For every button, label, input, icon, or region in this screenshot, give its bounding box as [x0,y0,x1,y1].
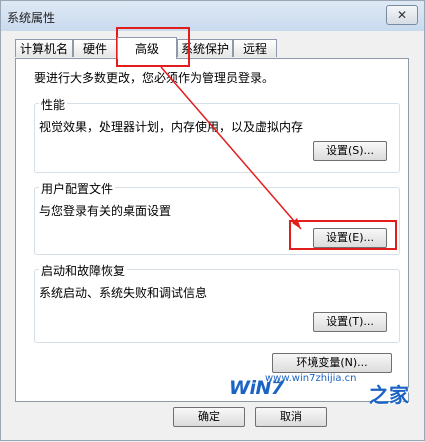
tab-label: 高级 [134,42,159,56]
watermark-suffix: 之家 [369,383,409,407]
watermark-url: www.win7zhijia.cn [265,373,357,384]
system-properties-window: 系统属性 ✕ 计算机名 硬件 高级 系统保护 远程 要进行大多数更改，您必须作为… [0,0,425,441]
site-watermark: WiN7 www.win7zhijia.cn 之家 [229,373,411,413]
tab-advanced[interactable]: 高级 [117,37,177,59]
